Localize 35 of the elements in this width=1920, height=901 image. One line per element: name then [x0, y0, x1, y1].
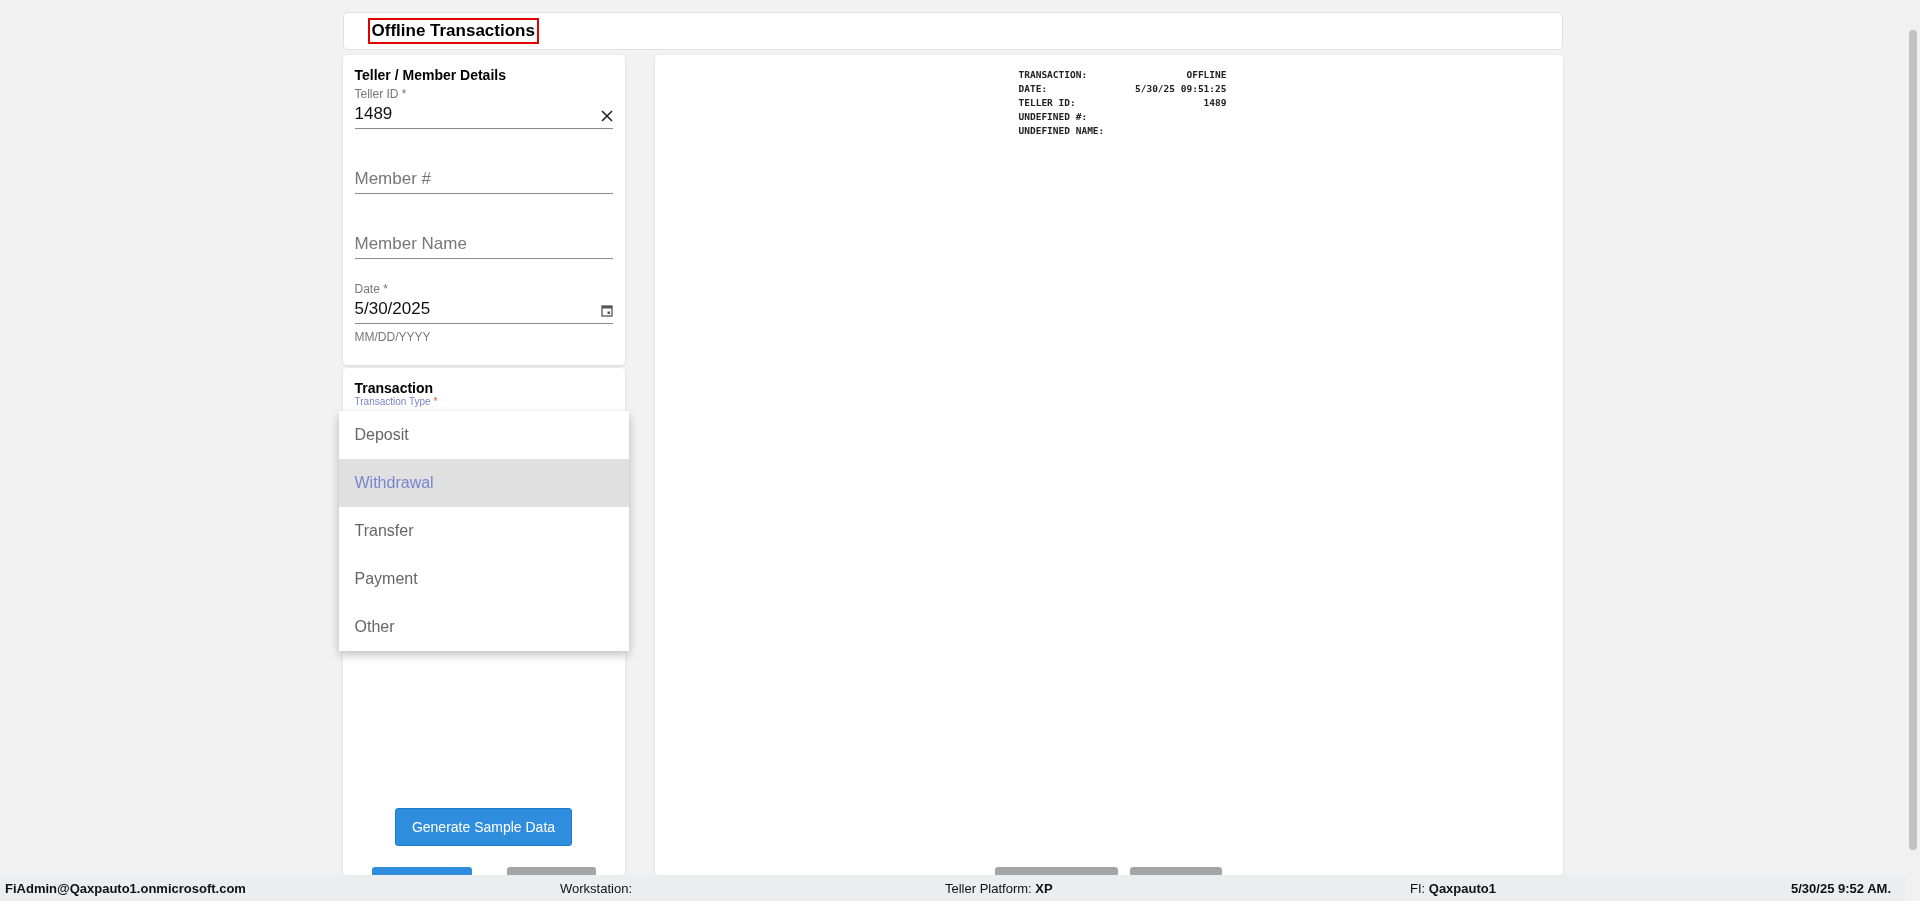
field-label: Date * — [354, 282, 389, 296]
input-field[interactable]: 5/30/2025 — [354, 296, 613, 324]
workstation-label: Workstation: — [560, 880, 633, 896]
input-field[interactable]: Member # — [354, 160, 613, 194]
receipt-label: TRANSACTION: — [1018, 69, 1088, 80]
close-icon[interactable] — [600, 110, 613, 122]
receipt-value: 5/30/25 09:51:25 — [1135, 83, 1227, 94]
receipt-label: UNDEFINED #: — [1018, 111, 1088, 122]
menu-item[interactable]: Other — [338, 603, 629, 651]
calendar-icon[interactable] — [600, 304, 613, 317]
platform-label: Teller Platform: XP — [945, 880, 1054, 896]
input-field[interactable]: 1489 — [354, 101, 613, 129]
receipt-label: UNDEFINED NAME: — [1018, 125, 1105, 136]
generate-button[interactable]: Generate Sample Data — [394, 808, 573, 846]
button[interactable] — [1130, 867, 1222, 875]
card-title: Transaction — [354, 380, 435, 396]
receipt-value: 1489 — [1203, 97, 1227, 108]
receipt-label: DATE: — [1018, 83, 1048, 94]
menu-item[interactable]: Deposit — [338, 411, 629, 459]
fi-label: FI: Qaxpauto1 — [1410, 880, 1497, 896]
field-label: Teller ID * — [354, 87, 408, 101]
status-time: 5/30/25 9:52 AM. — [1791, 880, 1891, 896]
receipt-label: TELLER ID: — [1018, 97, 1076, 108]
menu-item[interactable]: Payment — [338, 555, 629, 603]
receipt-value: OFFLINE — [1186, 69, 1227, 80]
page-title: Offline Transactions — [367, 18, 539, 44]
button[interactable] — [371, 867, 472, 875]
menu-item[interactable]: Transfer — [338, 507, 629, 555]
helper-text: MM/DD/YYYY — [354, 330, 432, 344]
button[interactable] — [506, 867, 596, 875]
user-email: FiAdmin@Qaxpauto1.onmicrosoft.com — [5, 880, 247, 896]
input-field[interactable]: Member Name — [354, 225, 613, 259]
field-label: Transaction Type * — [354, 396, 439, 407]
card-title: Teller / Member Details — [354, 67, 507, 83]
button[interactable] — [995, 867, 1118, 875]
